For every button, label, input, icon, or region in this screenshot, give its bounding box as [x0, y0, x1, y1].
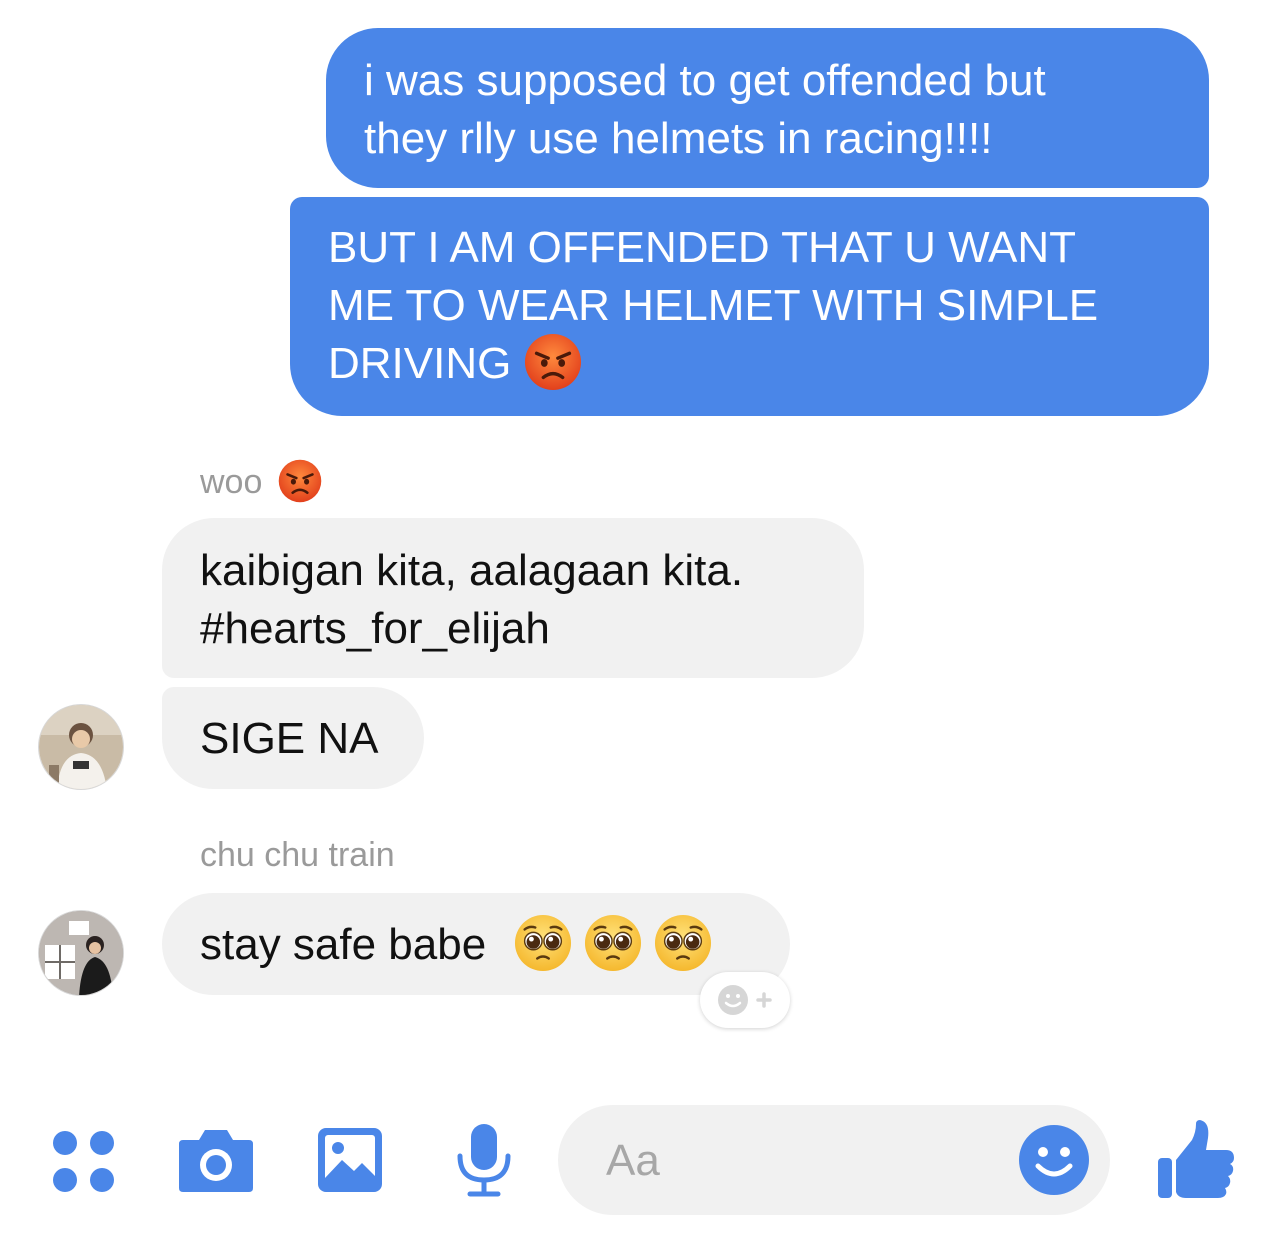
like-button[interactable] [1156, 1120, 1236, 1205]
pleading-face-icon [654, 914, 712, 972]
microphone-button[interactable] [454, 1122, 514, 1203]
thumbs-up-icon [1158, 1120, 1234, 1198]
emoji-button[interactable] [1018, 1124, 1090, 1201]
add-reaction-button[interactable] [700, 972, 790, 1028]
avatar-photo [39, 911, 123, 995]
more-apps-icon [53, 1131, 114, 1192]
camera-icon [179, 1130, 253, 1192]
sender-name: woo [200, 462, 322, 506]
message-text: stay safe babe [200, 920, 499, 969]
received-message-bubble[interactable]: SIGE NA [162, 687, 424, 789]
camera-button[interactable] [177, 1126, 255, 1199]
avatar[interactable] [38, 910, 124, 996]
received-message-bubble[interactable]: stay safe babe [162, 893, 790, 995]
avatar[interactable] [38, 704, 124, 790]
received-message-bubble[interactable]: kaibigan kita, aalagaan kita. #hearts_fo… [162, 518, 864, 678]
smile-icon [1019, 1125, 1089, 1195]
gallery-button[interactable] [316, 1126, 384, 1199]
gallery-icon [318, 1128, 382, 1192]
message-text: BUT I AM OFFENDED THAT U WANT ME TO WEAR… [328, 223, 1099, 388]
message-input[interactable]: Aa [558, 1105, 1110, 1215]
sender-name-text: woo [200, 463, 263, 501]
sender-name: chu chu train [200, 836, 395, 874]
pleading-face-icon [584, 914, 642, 972]
angry-face-icon [524, 333, 582, 391]
add-reaction-icon [718, 985, 772, 1015]
pleading-face-icon [514, 914, 572, 972]
sent-message-bubble[interactable]: BUT I AM OFFENDED THAT U WANT ME TO WEAR… [290, 197, 1209, 416]
more-apps-button[interactable] [52, 1130, 116, 1199]
message-text: SIGE NA [200, 714, 379, 763]
message-input-placeholder: Aa [606, 1136, 660, 1185]
angry-face-icon [278, 459, 322, 503]
avatar-photo [39, 705, 123, 789]
message-text: kaibigan kita, aalagaan kita. #hearts_fo… [200, 546, 744, 653]
microphone-icon [457, 1124, 511, 1197]
message-text: i was supposed to get offended but they … [364, 56, 1046, 163]
sent-message-bubble[interactable]: i was supposed to get offended but they … [326, 28, 1209, 188]
